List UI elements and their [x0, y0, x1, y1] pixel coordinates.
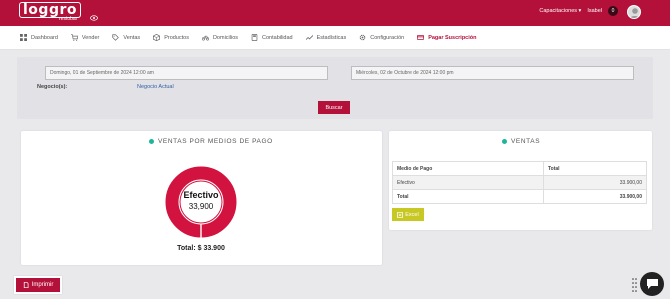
drag-handle-icon[interactable] [632, 278, 637, 292]
nav-pagar-suscripcion[interactable]: Pagar Suscripción [417, 34, 476, 41]
table-row: Efectivo 33.900,00 [392, 175, 647, 190]
card-icon [417, 35, 425, 40]
main-nav: Dashboard Vender Ventas Productos Domici… [0, 26, 670, 50]
notification-badge[interactable]: 0 [608, 6, 618, 16]
sales-table: Medio de Pago Total Efectivo 33.900,00 T… [392, 161, 647, 204]
chat-icon [646, 279, 658, 289]
status-dot-icon [149, 139, 154, 144]
table-total-row: Total 33.900,00 [392, 189, 647, 204]
cart-icon [70, 34, 78, 41]
user-icon [629, 8, 640, 18]
print-button[interactable]: Imprimir [14, 276, 62, 294]
table-cell: 33.900,00 [543, 175, 647, 190]
excel-export-button[interactable]: Excel [392, 208, 424, 221]
eye-icon[interactable] [90, 15, 98, 21]
business-select[interactable]: Negocio Actual [137, 84, 174, 90]
slice-label: Efectivo [183, 190, 219, 200]
table-cell: Efectivo [392, 175, 544, 190]
user-area: Capacitaciones ▾ Isabel 0 [539, 6, 640, 16]
logo-subtitle: restobar [59, 16, 78, 22]
nav-ventas[interactable]: Ventas [112, 34, 140, 41]
nav-dashboard[interactable]: Dashboard [20, 34, 58, 41]
nav-estadisticas[interactable]: Estadísticas [305, 34, 346, 41]
file-icon [23, 282, 29, 288]
nav-productos[interactable]: Productos [153, 34, 189, 41]
search-button[interactable]: Buscar [318, 101, 350, 114]
status-dot-icon [502, 139, 507, 144]
payment-donut-chart: Efectivo 33,900 [165, 166, 237, 238]
user-name: Isabel [587, 8, 602, 14]
tag-icon [112, 34, 120, 41]
chat-button[interactable] [640, 272, 664, 296]
table-header-row: Medio de Pago Total [392, 161, 647, 176]
table-cell: 33.900,00 [543, 189, 647, 204]
table-cell: Total [392, 189, 544, 204]
payment-total: Total: $ 33.900 [177, 245, 225, 252]
dashboard-icon [20, 34, 27, 41]
nav-configuracion[interactable]: Configuración [359, 34, 404, 41]
top-bar: loggro restobar Capacitaciones ▾ Isabel … [0, 0, 670, 26]
avatar[interactable] [627, 5, 641, 19]
calculator-icon [251, 34, 258, 41]
business-label: Negocio(s): [37, 84, 68, 90]
column-header: Medio de Pago [392, 161, 544, 176]
file-excel-icon [397, 211, 404, 218]
nav-contabilidad[interactable]: Contabilidad [251, 34, 293, 41]
slice-value: 33,900 [188, 202, 214, 211]
date-from-input[interactable] [45, 66, 328, 80]
chart-icon [305, 35, 313, 40]
gear-icon [359, 34, 366, 41]
user-menu[interactable]: Capacitaciones ▾ [539, 8, 581, 14]
sales-title: VENTAS [502, 138, 540, 145]
date-to-input[interactable] [351, 66, 634, 80]
nav-domicilios[interactable]: Domicilios [201, 34, 238, 41]
column-header: Total [543, 161, 647, 176]
slice-separator [200, 224, 202, 238]
payment-methods-title: VENTAS POR MEDIOS DE PAGO [149, 138, 273, 145]
box-icon [153, 34, 161, 41]
nav-vender[interactable]: Vender [70, 34, 99, 41]
bike-icon [201, 35, 209, 41]
